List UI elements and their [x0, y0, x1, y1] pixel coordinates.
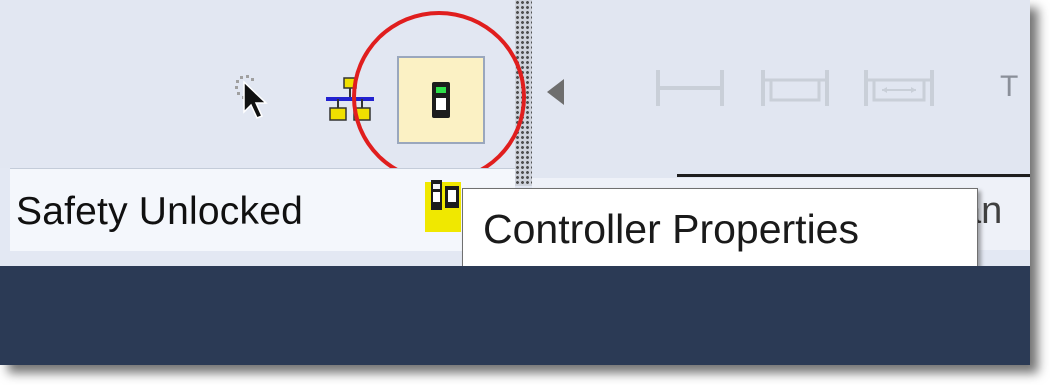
collapse-toolbar-button[interactable] [540, 74, 570, 110]
ladder-rung-icon [656, 70, 724, 106]
screenshot-frame: T Safety Unlocked an Controller Properti… [0, 0, 1030, 365]
controller-properties-icon [432, 82, 450, 118]
ladder-branch-level-button[interactable] [858, 60, 940, 116]
toolbar-partial-label: T [1000, 70, 1019, 103]
select-pointer-button[interactable] [232, 72, 284, 128]
controller-properties-tooltip: Controller Properties [462, 188, 978, 270]
ladder-branch-icon [761, 70, 829, 106]
toolbar-underline [677, 174, 1030, 177]
ladder-branch-level-icon [864, 70, 934, 106]
network-button[interactable] [320, 72, 380, 128]
ladder-rung-button[interactable] [650, 60, 730, 116]
safety-status-label: Safety Unlocked [16, 190, 303, 233]
controller-properties-button[interactable] [397, 56, 485, 144]
ladder-branch-button[interactable] [755, 60, 835, 116]
select-pointer-icon [235, 75, 268, 119]
bottom-panel [0, 266, 1030, 365]
toolbar-splitter-grip[interactable] [515, 0, 532, 186]
network-icon [326, 77, 374, 121]
triangle-left-icon [547, 79, 564, 105]
tooltip-text: Controller Properties [483, 205, 859, 252]
